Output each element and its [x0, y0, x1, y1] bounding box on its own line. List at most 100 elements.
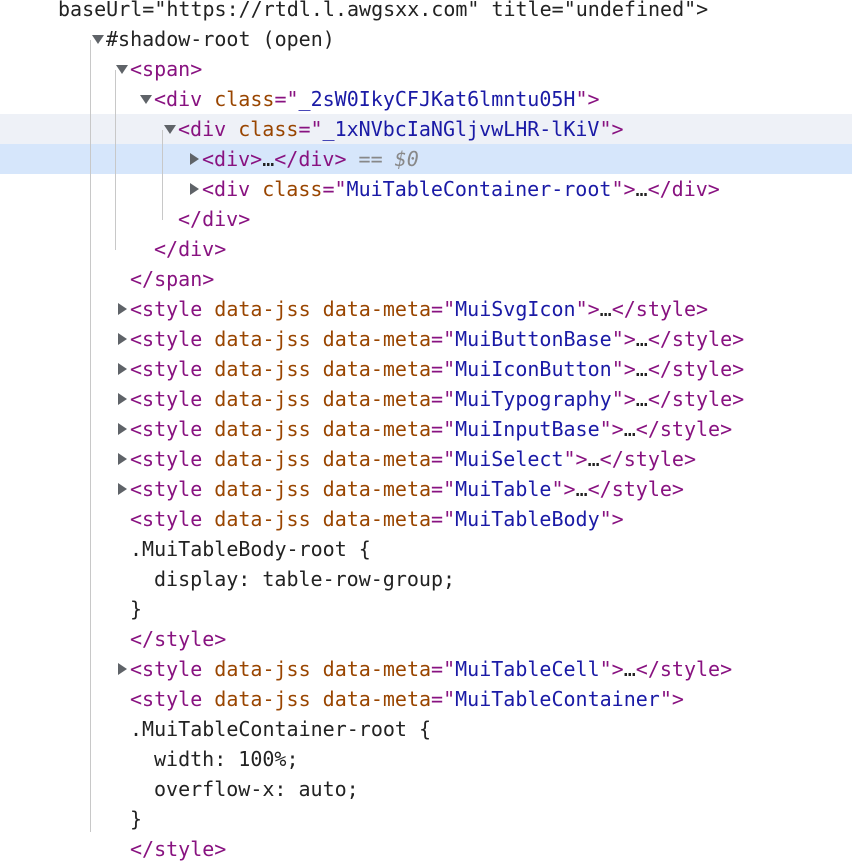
dom-node-line[interactable]: <div class="_2sW0IkyCFJKat6lmntu05H">: [0, 84, 852, 114]
collapsed-triangle-icon[interactable]: [118, 333, 127, 345]
collapsed-triangle-icon[interactable]: [118, 363, 127, 375]
token-pl: …: [635, 387, 648, 411]
token-tag: <style: [130, 687, 215, 711]
token-css: }: [130, 807, 143, 831]
node-text: .MuiTableBody-root {: [130, 534, 371, 564]
dom-node-line[interactable]: .MuiTableBody-root {: [0, 534, 852, 564]
token-an: data-jss data-meta: [214, 417, 432, 441]
token-av: MuiTypography: [455, 387, 612, 411]
token-pl: …: [635, 327, 648, 351]
dom-node-line[interactable]: }: [0, 804, 852, 834]
node-text: </div>: [178, 204, 250, 234]
token-tag: =": [322, 177, 347, 201]
token-av: MuiTableBody: [455, 507, 600, 531]
token-av: MuiSvgIcon: [455, 297, 576, 321]
token-tag: =": [431, 297, 456, 321]
expanded-triangle-icon[interactable]: [140, 95, 152, 104]
dom-node-line[interactable]: }: [0, 594, 852, 624]
node-text: <style data-jss data-meta="MuiTableCell"…: [130, 654, 732, 684]
dom-node-line[interactable]: baseUrl="https://rtdl.l.awgsxx.com" titl…: [0, 0, 852, 24]
node-text: </span>: [130, 264, 214, 294]
dom-node-line[interactable]: <style data-jss data-meta="MuiTableCell"…: [0, 654, 852, 684]
token-css: width: 100%;: [154, 747, 299, 771]
token-pl: baseUrl="https://rtdl.l.awgsxx.com" titl…: [58, 0, 709, 21]
dom-node-line[interactable]: <style data-jss data-meta="MuiButtonBase…: [0, 324, 852, 354]
dom-node-line[interactable]: <style data-jss data-meta="MuiIconButton…: [0, 354, 852, 384]
node-text: </style>: [130, 624, 226, 654]
dom-node-line[interactable]: </div>: [0, 234, 852, 264]
token-pl: …: [635, 357, 648, 381]
dom-node-line[interactable]: overflow-x: auto;: [0, 774, 852, 804]
token-tag: =": [274, 87, 299, 111]
collapsed-triangle-icon[interactable]: [118, 423, 127, 435]
collapsed-triangle-icon[interactable]: [190, 153, 199, 165]
token-an: data-jss data-meta: [214, 657, 432, 681]
token-tag: </style>: [130, 627, 227, 651]
expanded-triangle-icon[interactable]: [116, 65, 128, 74]
node-text: .MuiTableContainer-root {: [130, 714, 431, 744]
dom-node-line[interactable]: <style data-jss data-meta="MuiSelect">…<…: [0, 444, 852, 474]
token-tag: ">: [659, 687, 684, 711]
dom-node-line[interactable]: <style data-jss data-meta="MuiSvgIcon">……: [0, 294, 852, 324]
token-dim: == $0: [346, 147, 419, 171]
dom-node-line[interactable]: #shadow-root (open): [0, 24, 852, 54]
collapsed-triangle-icon[interactable]: [118, 453, 127, 465]
dom-node-line[interactable]: width: 100%;: [0, 744, 852, 774]
token-tag: </div>: [647, 177, 720, 201]
token-tag: <style: [130, 357, 215, 381]
dom-node-line[interactable]: <style data-jss data-meta="MuiInputBase"…: [0, 414, 852, 444]
token-an: data-jss data-meta: [214, 687, 432, 711]
token-css: display: table-row-group;: [154, 567, 456, 591]
node-text: <div>…</div> == $0: [202, 144, 419, 174]
node-text: <style data-jss data-meta="MuiSvgIcon">……: [130, 294, 708, 324]
collapsed-triangle-icon[interactable]: [118, 483, 127, 495]
node-text: <style data-jss data-meta="MuiTypography…: [130, 384, 744, 414]
dom-node-line[interactable]: <div>…</div> == $0: [0, 144, 852, 174]
token-tag: =": [431, 387, 456, 411]
node-text: <div class="MuiTableContainer-root">…</d…: [202, 174, 720, 204]
dom-node-line[interactable]: <style data-jss data-meta="MuiTableConta…: [0, 684, 852, 714]
token-pl: …: [262, 147, 275, 171]
dom-node-line[interactable]: </style>: [0, 834, 852, 864]
dom-node-line[interactable]: <div class="MuiTableContainer-root">…</d…: [0, 174, 852, 204]
expanded-triangle-icon[interactable]: [92, 35, 104, 44]
token-tag: </style>: [635, 417, 733, 441]
token-av: MuiTableCell: [455, 657, 600, 681]
indent-guide: [162, 130, 163, 220]
token-tag: <div: [202, 177, 263, 201]
token-tag: =": [431, 507, 456, 531]
collapsed-triangle-icon[interactable]: [118, 393, 127, 405]
token-tag: <style: [130, 387, 215, 411]
token-an: data-jss data-meta: [214, 297, 432, 321]
node-text: <span>: [130, 54, 202, 84]
dom-node-line[interactable]: display: table-row-group;: [0, 564, 852, 594]
node-text: <style data-jss data-meta="MuiIconButton…: [130, 354, 744, 384]
node-text: <style data-jss data-meta="MuiInputBase"…: [130, 414, 732, 444]
expanded-triangle-icon[interactable]: [164, 125, 176, 134]
token-tag: <style: [130, 657, 215, 681]
dom-node-line[interactable]: <div class="_1xNVbcIaNGljvwLHR-lKiV">: [0, 114, 852, 144]
collapsed-triangle-icon[interactable]: [118, 663, 127, 675]
dom-node-line[interactable]: </span>: [0, 264, 852, 294]
dom-node-line[interactable]: <style data-jss data-meta="MuiTypography…: [0, 384, 852, 414]
dom-node-line[interactable]: <style data-jss data-meta="MuiTableBody"…: [0, 504, 852, 534]
collapsed-triangle-icon[interactable]: [190, 183, 199, 195]
dom-node-line[interactable]: <span>: [0, 54, 852, 84]
dom-node-line[interactable]: </div>: [0, 204, 852, 234]
token-tag: </div>: [178, 207, 251, 231]
token-tag: ">: [551, 477, 576, 501]
dom-node-line[interactable]: <style data-jss data-meta="MuiTable">…</…: [0, 474, 852, 504]
dom-node-line[interactable]: .MuiTableContainer-root {: [0, 714, 852, 744]
devtools-elements-panel: { "panel": "Elements", "lines": [ {"id":…: [0, 0, 852, 861]
collapsed-triangle-icon[interactable]: [118, 303, 127, 315]
dom-node-line[interactable]: </style>: [0, 624, 852, 654]
token-tag: =": [431, 657, 456, 681]
token-av: MuiSelect: [455, 447, 564, 471]
token-av: MuiTableContainer: [455, 687, 660, 711]
token-tag: ">: [599, 417, 624, 441]
token-an: data-jss data-meta: [214, 507, 432, 531]
token-tag: =": [431, 357, 456, 381]
token-an: class: [238, 117, 299, 141]
node-text: <style data-jss data-meta="MuiTable">…</…: [130, 474, 684, 504]
indent-guide: [90, 250, 91, 832]
